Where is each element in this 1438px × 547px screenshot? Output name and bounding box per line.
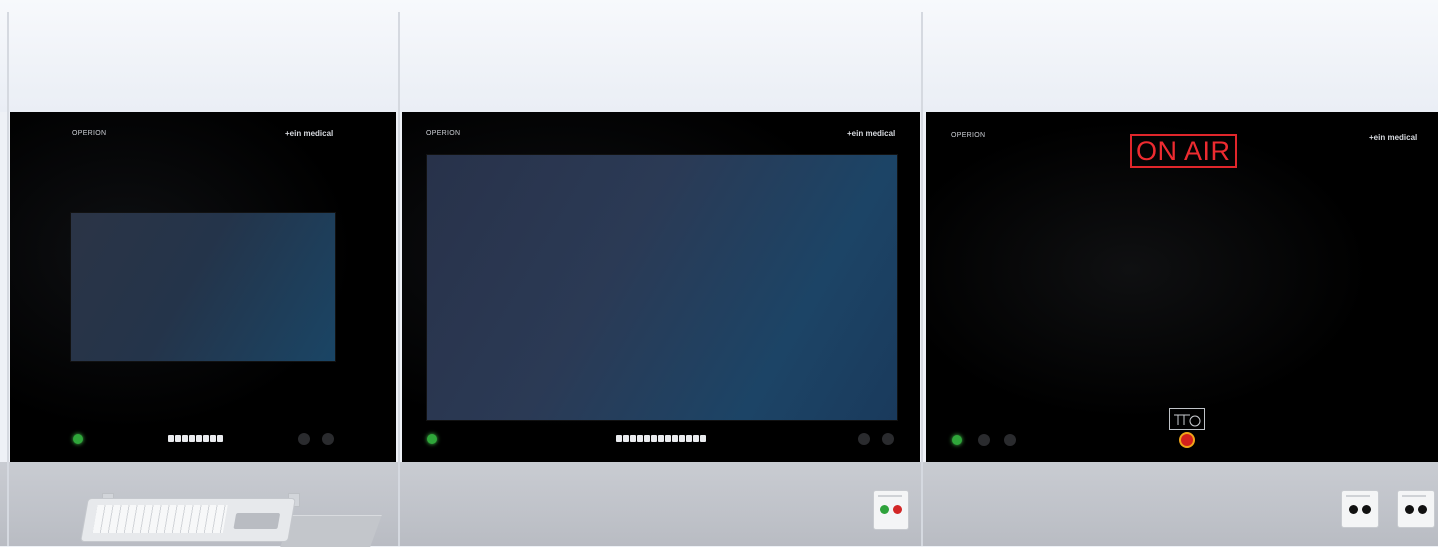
- keypad-key[interactable]: [679, 435, 685, 442]
- keypad-key[interactable]: [672, 435, 678, 442]
- control-button-dark[interactable]: [322, 433, 334, 445]
- plug-icon: [1405, 505, 1414, 514]
- manufacturer-logo: +ein medical: [1369, 133, 1418, 142]
- monitor-screen-small[interactable]: [70, 212, 336, 362]
- panel-center: OPERION +ein medical: [402, 112, 920, 462]
- keypad-key[interactable]: [175, 435, 181, 442]
- panel-seam: [7, 12, 9, 546]
- brand-label: OPERION: [951, 132, 986, 139]
- emergency-stop-pictogram-icon: [1174, 414, 1201, 427]
- keypad-key[interactable]: [686, 435, 692, 442]
- status-led-green: [427, 434, 437, 444]
- keypad-key[interactable]: [658, 435, 664, 442]
- keypad-key[interactable]: [182, 435, 188, 442]
- status-led-green: [73, 434, 83, 444]
- control-button-dark[interactable]: [978, 434, 990, 446]
- on-air-sign: ON AIR: [1130, 134, 1237, 168]
- panel-right: OPERION ON AIR +ein medical: [926, 112, 1438, 462]
- socket-label: [1346, 495, 1370, 497]
- keypad-key[interactable]: [210, 435, 216, 442]
- keypad-key[interactable]: [651, 435, 657, 442]
- green-plug-icon: [880, 505, 889, 514]
- control-button-dark[interactable]: [298, 433, 310, 445]
- keypad-key[interactable]: [217, 435, 223, 442]
- keypad-key[interactable]: [196, 435, 202, 442]
- keyboard-keys[interactable]: [92, 505, 228, 533]
- power-socket-icon[interactable]: [873, 490, 909, 530]
- keypad-key[interactable]: [644, 435, 650, 442]
- manufacturer-logo: +ein medical: [847, 129, 896, 138]
- keypad-key[interactable]: [623, 435, 629, 442]
- brand-label: OPERION: [72, 130, 107, 137]
- keypad-key[interactable]: [189, 435, 195, 442]
- panel-seam: [921, 12, 923, 546]
- keyboard-touchpad[interactable]: [233, 513, 281, 529]
- socket-label: [1402, 495, 1426, 497]
- keypad-key[interactable]: [665, 435, 671, 442]
- power-socket-icon[interactable]: [1397, 490, 1435, 528]
- keypad[interactable]: [616, 435, 706, 442]
- emergency-stop-pictogram-icon: [1169, 408, 1205, 430]
- manufacturer-logo: +ein medical: [285, 129, 334, 138]
- keypad-key[interactable]: [637, 435, 643, 442]
- emergency-stop-button-icon[interactable]: [1181, 434, 1193, 446]
- monitor-screen-large[interactable]: [426, 154, 898, 421]
- keypad-key[interactable]: [693, 435, 699, 442]
- brand-label: OPERION: [426, 130, 461, 137]
- keypad-key[interactable]: [616, 435, 622, 442]
- plug-icon: [1362, 505, 1371, 514]
- keypad[interactable]: [168, 435, 223, 442]
- upper-wall: [0, 0, 1438, 112]
- red-plug-icon: [893, 505, 902, 514]
- power-socket-icon[interactable]: [1341, 490, 1379, 528]
- keypad-key[interactable]: [203, 435, 209, 442]
- panel-seam: [398, 12, 400, 546]
- status-led-green: [952, 435, 962, 445]
- plug-icon: [1349, 505, 1358, 514]
- keypad-key[interactable]: [630, 435, 636, 442]
- control-button-dark[interactable]: [1004, 434, 1016, 446]
- keypad-key[interactable]: [168, 435, 174, 442]
- keyboard-tray: [280, 515, 382, 547]
- socket-label: [878, 495, 902, 497]
- plug-icon: [1418, 505, 1427, 514]
- control-button-dark[interactable]: [858, 433, 870, 445]
- panel-left: OPERION +ein medical: [10, 112, 396, 462]
- control-button-dark[interactable]: [882, 433, 894, 445]
- medical-keyboard[interactable]: [80, 498, 296, 542]
- keypad-key[interactable]: [700, 435, 706, 442]
